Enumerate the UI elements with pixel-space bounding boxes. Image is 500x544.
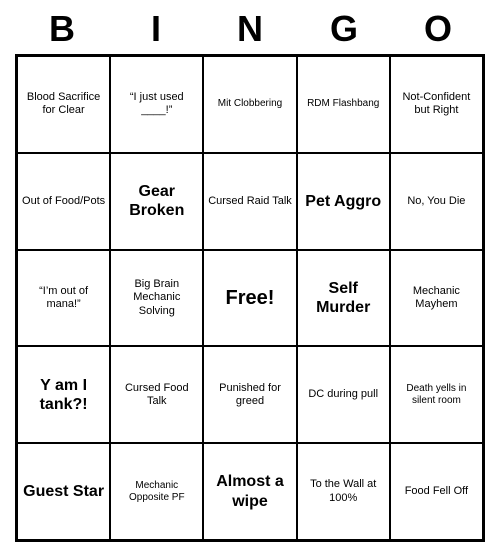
- bingo-cell-r0c2[interactable]: Mit Clobbering: [203, 56, 296, 153]
- cell-text: To the Wall at 100%: [301, 478, 386, 504]
- bingo-grid: Blood Sacrifice for Clear “I just used __…: [15, 54, 485, 542]
- cell-text: Self Murder: [301, 279, 386, 317]
- cell-text: DC during pull: [308, 388, 378, 401]
- cell-text: Y am I tank?!: [21, 376, 106, 414]
- cell-text: “I’m out of mana!”: [21, 285, 106, 311]
- bingo-cell-r2c3[interactable]: Self Murder: [297, 250, 390, 347]
- cell-text: Gear Broken: [114, 182, 199, 220]
- bingo-cell-r1c0[interactable]: Out of Food/Pots: [17, 153, 110, 250]
- cell-text: Cursed Food Talk: [114, 382, 199, 408]
- cell-text: Mechanic Opposite PF: [114, 480, 199, 504]
- bingo-cell-r0c4[interactable]: Not-Confident but Right: [390, 56, 483, 153]
- bingo-cell-r0c0[interactable]: Blood Sacrifice for Clear: [17, 56, 110, 153]
- bingo-cell-r2c2[interactable]: Free!: [203, 250, 296, 347]
- bingo-cell-r4c1[interactable]: Mechanic Opposite PF: [110, 443, 203, 540]
- bingo-cell-r2c1[interactable]: Big Brain Mechanic Solving: [110, 250, 203, 347]
- bingo-cell-r4c3[interactable]: To the Wall at 100%: [297, 443, 390, 540]
- bingo-cell-r3c1[interactable]: Cursed Food Talk: [110, 346, 203, 443]
- cell-text: Mit Clobbering: [218, 98, 282, 110]
- bingo-letter: B: [34, 8, 90, 50]
- cell-text: Food Fell Off: [405, 485, 468, 498]
- bingo-cell-r2c4[interactable]: Mechanic Mayhem: [390, 250, 483, 347]
- cell-text: Almost a wipe: [207, 472, 292, 510]
- cell-text: Punished for greed: [207, 382, 292, 408]
- bingo-letter: I: [128, 8, 184, 50]
- bingo-cell-r4c2[interactable]: Almost a wipe: [203, 443, 296, 540]
- bingo-cell-r1c4[interactable]: No, You Die: [390, 153, 483, 250]
- bingo-letter: N: [222, 8, 278, 50]
- cell-text: Pet Aggro: [305, 192, 381, 211]
- bingo-title: BINGO: [15, 8, 485, 50]
- bingo-cell-r1c1[interactable]: Gear Broken: [110, 153, 203, 250]
- bingo-cell-r4c4[interactable]: Food Fell Off: [390, 443, 483, 540]
- bingo-cell-r2c0[interactable]: “I’m out of mana!”: [17, 250, 110, 347]
- bingo-cell-r1c2[interactable]: Cursed Raid Talk: [203, 153, 296, 250]
- bingo-cell-r3c0[interactable]: Y am I tank?!: [17, 346, 110, 443]
- cell-text: RDM Flashbang: [307, 98, 379, 110]
- cell-text: Mechanic Mayhem: [394, 285, 479, 311]
- bingo-cell-r3c2[interactable]: Punished for greed: [203, 346, 296, 443]
- bingo-cell-r1c3[interactable]: Pet Aggro: [297, 153, 390, 250]
- cell-text: Big Brain Mechanic Solving: [114, 278, 199, 318]
- cell-text: Cursed Raid Talk: [208, 195, 292, 208]
- cell-text: Blood Sacrifice for Clear: [21, 91, 106, 117]
- bingo-cell-r0c3[interactable]: RDM Flashbang: [297, 56, 390, 153]
- bingo-letter: G: [316, 8, 372, 50]
- bingo-cell-r3c4[interactable]: Death yells in silent room: [390, 346, 483, 443]
- cell-text: Death yells in silent room: [394, 383, 479, 407]
- cell-text: Free!: [226, 286, 275, 310]
- bingo-cell-r4c0[interactable]: Guest Star: [17, 443, 110, 540]
- cell-text: “I just used ____!”: [114, 91, 199, 117]
- cell-text: Out of Food/Pots: [22, 195, 105, 208]
- cell-text: Guest Star: [23, 482, 104, 501]
- cell-text: No, You Die: [407, 195, 465, 208]
- bingo-cell-r3c3[interactable]: DC during pull: [297, 346, 390, 443]
- cell-text: Not-Confident but Right: [394, 91, 479, 117]
- bingo-letter: O: [410, 8, 466, 50]
- bingo-cell-r0c1[interactable]: “I just used ____!”: [110, 56, 203, 153]
